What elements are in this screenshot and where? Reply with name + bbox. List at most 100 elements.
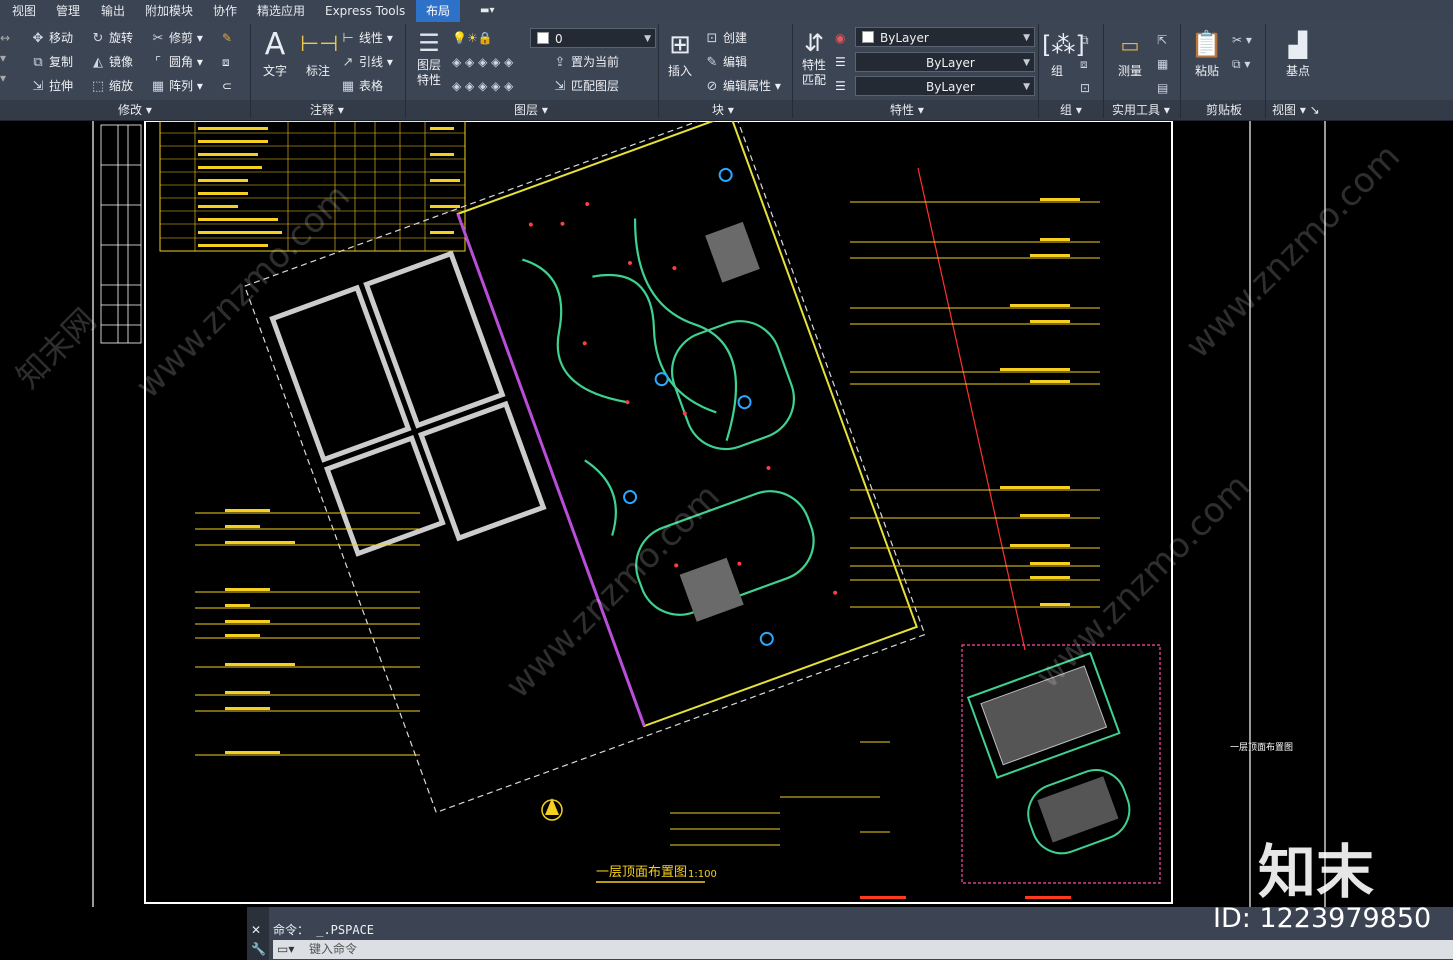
group-tool[interactable]: [⁂] 组 bbox=[1042, 28, 1085, 79]
panel-label-modify[interactable]: 修改 ▾ bbox=[118, 101, 152, 119]
command-input[interactable]: ▭▾ 键入命令 bbox=[273, 940, 1453, 959]
color-wheel-icon[interactable]: ◉ bbox=[835, 28, 845, 48]
set-current-tool[interactable]: ⇪ 置为当前 bbox=[552, 52, 619, 72]
tab-addins[interactable]: 附加模块 bbox=[145, 0, 193, 22]
scale-tool[interactable]: ⬚ 缩放 bbox=[90, 76, 133, 96]
annotation-labels bbox=[225, 198, 1080, 754]
array-icon: ▦ bbox=[151, 79, 165, 94]
panel-divider bbox=[1038, 24, 1039, 118]
mirror-tool[interactable]: ◭ 镜像 bbox=[90, 52, 133, 72]
panel-label-groups[interactable]: 组 ▾ bbox=[1060, 101, 1082, 119]
tab-output[interactable]: 输出 bbox=[101, 0, 125, 22]
watermark-brand: 知末 bbox=[1258, 838, 1375, 906]
tab-collaborate[interactable]: 协作 bbox=[213, 0, 237, 22]
drawing-title: 一层顶面布置图 bbox=[596, 865, 687, 880]
table-tool[interactable]: ▦ 表格 bbox=[340, 76, 383, 96]
lineweight-icon: ☰ bbox=[835, 79, 846, 93]
tab-layout[interactable]: 布局 bbox=[416, 0, 460, 22]
basepoint-tool[interactable]: ▟ 基点 bbox=[1275, 28, 1321, 79]
copy-icon: ⧉ bbox=[33, 55, 43, 70]
stamp-mark bbox=[860, 896, 906, 899]
match-properties-icon: ⇵ bbox=[803, 29, 825, 57]
offset-icon[interactable]: ⊂ bbox=[222, 76, 232, 96]
panel-label-annotation[interactable]: 注释 ▾ bbox=[310, 101, 344, 119]
edit-block-icon: ✎ bbox=[706, 55, 718, 70]
edit-attributes-tool[interactable]: ⊘ 编辑属性 ▾ bbox=[704, 76, 781, 96]
drawing-canvas[interactable]: 一层顶面布置图 1:100 一层顶面布置图 www.znzmo.com www.… bbox=[0, 107, 1453, 923]
tab-overflow-icon[interactable]: ▬▾ bbox=[480, 0, 494, 22]
set-current-icon: ⇪ bbox=[554, 55, 566, 70]
clipboard-tools-column[interactable]: ✂ ▾ ⧉ ▾ bbox=[1232, 28, 1252, 71]
group-tools-column[interactable]: ⧉ ⧈ ⊡ bbox=[1080, 28, 1090, 95]
layer-stack-icon: ☰ bbox=[418, 29, 440, 57]
stretch-icon: ⇲ bbox=[32, 79, 44, 94]
layer-tools-row[interactable]: ◈ ◈ ◈ ◈ ◈ bbox=[452, 52, 513, 72]
command-prompt-icon: ▭▾ bbox=[277, 942, 295, 956]
tab-featured-apps[interactable]: 精选应用 bbox=[257, 0, 305, 22]
table-icon: ▦ bbox=[341, 79, 355, 94]
copy-tool[interactable]: ⧉ 复制 bbox=[30, 52, 73, 72]
edit-block-tool[interactable]: ✎ 编辑 bbox=[704, 52, 747, 72]
insert-icon: ⊞ bbox=[669, 30, 691, 60]
insert-tool[interactable]: ⊞ 插入 bbox=[662, 28, 698, 79]
svg-text:www.znzmo.com: www.znzmo.com bbox=[1028, 466, 1258, 696]
trim-tool[interactable]: ✂ 修剪 ▾ bbox=[150, 28, 203, 48]
edit-attributes-icon: ⊘ bbox=[706, 79, 718, 94]
paste-tool[interactable]: 📋 粘贴 bbox=[1190, 28, 1224, 79]
explode-icon[interactable]: ⧈ bbox=[222, 52, 230, 72]
erase-icon[interactable]: ✎ bbox=[222, 28, 232, 48]
leader-icon: ↗ bbox=[342, 55, 354, 70]
ribbon-tab-bar: 视图 管理 输出 附加模块 协作 精选应用 Express Tools 布局 ▬… bbox=[0, 0, 1453, 22]
chevron-down-icon: ▼ bbox=[1023, 58, 1030, 68]
color-dropdown[interactable]: ByLayer ▼ bbox=[855, 27, 1035, 47]
wrench-icon[interactable]: 🔧 bbox=[251, 942, 266, 956]
fillet-icon: ⌜ bbox=[154, 55, 162, 70]
match-properties-tool[interactable]: ⇵ 特性 匹配 bbox=[797, 28, 831, 88]
panel-divider bbox=[1103, 24, 1104, 118]
modify-left-strip[interactable]: ↔ ▾ ▾ bbox=[0, 28, 10, 85]
dimension-tool[interactable]: ⊢⊣ 标注 bbox=[300, 28, 338, 79]
paste-icon: 📋 bbox=[1190, 30, 1224, 60]
layer-color-swatch bbox=[537, 32, 549, 44]
layer-properties-tool[interactable]: ☰ 图层 特性 bbox=[410, 28, 448, 88]
panel-label-block[interactable]: 块 ▾ bbox=[712, 101, 734, 119]
tab-manage[interactable]: 管理 bbox=[56, 0, 80, 22]
leader-tool[interactable]: ↗ 引线 ▾ bbox=[340, 52, 393, 72]
rotate-tool[interactable]: ↻ 旋转 bbox=[90, 28, 133, 48]
tab-view[interactable]: 视图 bbox=[12, 0, 36, 22]
stretch-tool[interactable]: ⇲ 拉伸 bbox=[30, 76, 73, 96]
basepoint-icon: ▟ bbox=[1288, 31, 1308, 59]
create-block-tool[interactable]: ⊡ 创建 bbox=[704, 28, 747, 48]
lineweight-dropdown[interactable]: ByLayer ▼ bbox=[855, 76, 1035, 96]
linetype-dropdown[interactable]: ByLayer ▼ bbox=[855, 52, 1035, 72]
tab-express-tools[interactable]: Express Tools bbox=[325, 0, 405, 22]
command-history: 命令： _.PSPACE bbox=[273, 923, 375, 937]
linear-dim-tool[interactable]: ⊢ 线性 ▾ bbox=[340, 28, 393, 48]
layer-dropdown[interactable]: 0 ▼ bbox=[530, 28, 656, 48]
linear-icon: ⊢ bbox=[342, 31, 354, 46]
linetype-icon: ☰ bbox=[835, 55, 846, 69]
move-tool[interactable]: ✥ 移动 bbox=[30, 28, 73, 48]
panel-label-properties[interactable]: 特性 ▾ bbox=[890, 101, 924, 119]
layer-state-icons[interactable]: 💡☀🔒 bbox=[452, 28, 493, 48]
panel-divider bbox=[250, 24, 251, 118]
panel-label-layers[interactable]: 图层 ▾ bbox=[514, 101, 548, 119]
text-icon: A bbox=[264, 27, 286, 62]
scale-icon: ⬚ bbox=[91, 79, 105, 94]
panel-label-view[interactable]: 视图 ▾ ↘ bbox=[1272, 101, 1320, 119]
move-icon: ✥ bbox=[32, 31, 44, 46]
measure-icon: ▭ bbox=[1120, 33, 1140, 57]
group-icon: [⁂] bbox=[1042, 31, 1085, 59]
layer-tools-row-2[interactable]: ◈ ◈ ◈ ◈ ◈ bbox=[452, 76, 513, 96]
reference-line bbox=[917, 167, 1026, 651]
utility-tools-column[interactable]: ⇱ ▦ ▤ bbox=[1157, 28, 1168, 95]
fillet-tool[interactable]: ⌜ 圆角 ▾ bbox=[150, 52, 203, 72]
text-tool[interactable]: A 文字 bbox=[258, 28, 292, 79]
panel-label-clipboard[interactable]: 剪贴板 bbox=[1206, 101, 1242, 119]
array-tool[interactable]: ▦ 阵列 ▾ bbox=[150, 76, 203, 96]
panel-divider bbox=[405, 24, 406, 118]
match-layer-tool[interactable]: ⇲ 匹配图层 bbox=[552, 76, 619, 96]
measure-tool[interactable]: ▭ 测量 bbox=[1110, 28, 1150, 79]
panel-label-utilities[interactable]: 实用工具 ▾ bbox=[1112, 101, 1170, 119]
close-icon[interactable]: ✕ bbox=[251, 923, 261, 937]
